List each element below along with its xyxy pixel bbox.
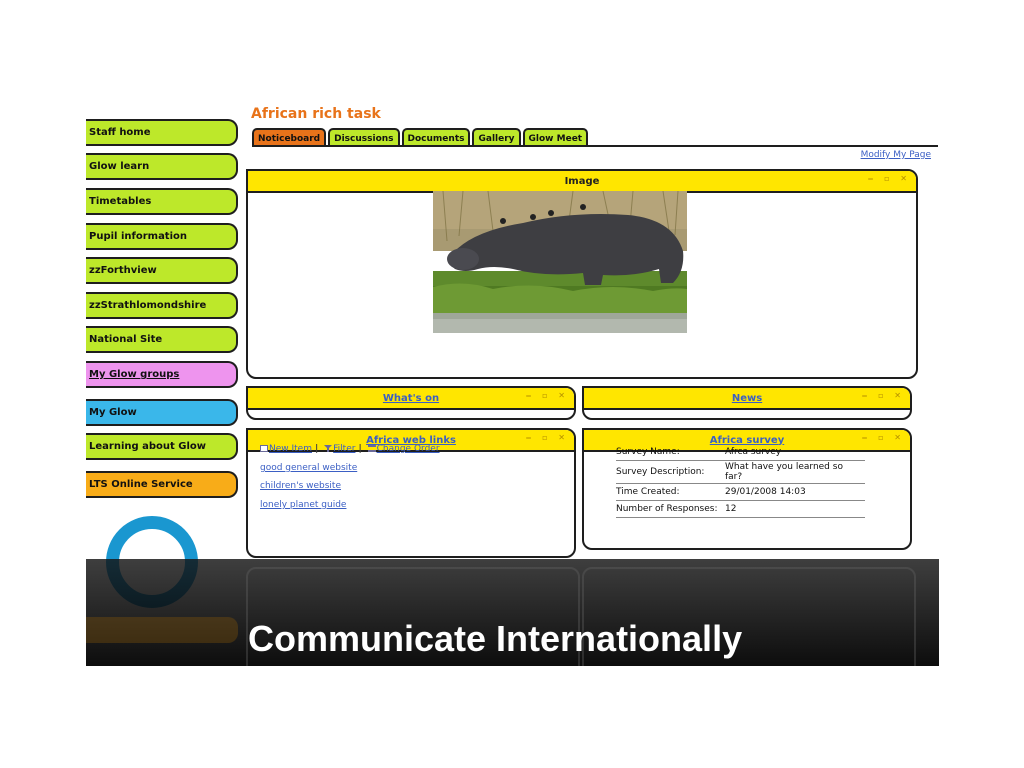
sidebar-item-timetables[interactable]: Timetables	[86, 188, 238, 215]
image-webpart: Image ‒ ▫ ✕	[246, 169, 918, 379]
hippo-photo	[433, 191, 687, 333]
sidebar-item-label: My Glow	[89, 407, 137, 418]
survey-field-value: Afrca survey	[725, 444, 865, 461]
survey-field-value: 29/01/2008 14:03	[725, 483, 865, 501]
list-item[interactable]: children's website	[260, 481, 341, 491]
sidebar-item-my-glow[interactable]: My Glow	[86, 399, 238, 426]
sidebar-item-pupil-information[interactable]: Pupil information	[86, 223, 238, 250]
sidebar-item-my-glow-groups[interactable]: My Glow groups	[86, 361, 238, 388]
reflection-panel	[86, 617, 238, 643]
filter-link[interactable]: Filter	[333, 444, 355, 454]
sidebar-item-glow-learn[interactable]: Glow learn	[86, 153, 238, 180]
sidebar-item-label: Pupil information	[89, 231, 188, 242]
filter-icon	[324, 445, 333, 452]
change-order-link[interactable]: Change Order	[377, 444, 440, 454]
sidebar-item-label: Learning about Glow	[89, 441, 207, 452]
slide-caption: Communicate Internationally	[248, 618, 743, 659]
whats-on-webpart: What's on ‒ ▫ ✕	[246, 386, 576, 420]
webpart-title-link[interactable]: News	[732, 393, 762, 404]
sidebar-item-zzforthview[interactable]: zzForthview	[86, 257, 238, 284]
survey-field-label: Survey Name:	[616, 444, 725, 461]
survey-field-label: Time Created:	[616, 483, 725, 501]
page-title: African rich task	[251, 106, 381, 122]
sidebar-item-label: National Site	[89, 334, 163, 345]
sidebar-item-label: Staff home	[89, 127, 151, 138]
modify-my-page-link[interactable]: Modify My Page	[861, 150, 931, 160]
webpart-controls-icon[interactable]: ‒ ▫ ✕	[526, 391, 569, 400]
webpart-controls-icon[interactable]: ‒ ▫ ✕	[868, 174, 911, 183]
table-row: Time Created: 29/01/2008 14:03	[616, 483, 865, 501]
slide-screenshot: Staff home Glow learn Timetables Pupil i…	[86, 95, 939, 666]
sidebar-item-national-site[interactable]: National Site	[86, 326, 238, 353]
webpart-controls-icon[interactable]: ‒ ▫ ✕	[526, 433, 569, 442]
survey-field-label: Survey Description:	[616, 460, 725, 484]
survey-details-table: Survey Name: Afrca survey Survey Descript…	[616, 444, 865, 518]
sidebar-item-lts-online-service[interactable]: LTS Online Service	[86, 471, 238, 498]
survey-field-value: 12	[725, 500, 865, 518]
sidebar-item-label: Timetables	[89, 196, 152, 207]
tab-divider	[252, 145, 938, 147]
webpart-controls-icon[interactable]: ‒ ▫ ✕	[862, 433, 905, 442]
sidebar-item-label: zzForthview	[89, 265, 157, 276]
change-order-icon	[367, 445, 376, 452]
webpart-header: What's on ‒ ▫ ✕	[248, 388, 574, 410]
new-item-link[interactable]: New Item	[269, 444, 312, 454]
list-item[interactable]: lonely planet guide	[260, 500, 346, 510]
sidebar-item-staff-home[interactable]: Staff home	[86, 119, 238, 146]
sidebar-item-label: My Glow groups	[89, 369, 180, 380]
webpart-controls-icon[interactable]: ‒ ▫ ✕	[862, 391, 905, 400]
webpart-title-link[interactable]: What's on	[383, 393, 439, 404]
table-row: Survey Description: What have you learned…	[616, 460, 865, 484]
table-row: Number of Responses: 12	[616, 500, 865, 518]
sidebar-item-label: zzStrathlomondshire	[89, 300, 207, 311]
sidebar-item-label: Glow learn	[89, 161, 150, 172]
list-item[interactable]: good general website	[260, 463, 357, 473]
news-webpart: News ‒ ▫ ✕	[582, 386, 912, 420]
list-toolbar: New Item | Filter | Change Order	[260, 444, 440, 454]
survey-field-label: Number of Responses:	[616, 500, 725, 518]
table-row: Survey Name: Afrca survey	[616, 444, 865, 461]
sidebar-item-zzstrathlomondshire[interactable]: zzStrathlomondshire	[86, 292, 238, 319]
africa-survey-webpart: Africa survey ‒ ▫ ✕ Survey Name: Afrca su…	[582, 428, 912, 550]
webpart-header: News ‒ ▫ ✕	[584, 388, 910, 410]
sidebar-item-label: LTS Online Service	[89, 479, 193, 490]
survey-field-value: What have you learned so far?	[725, 460, 865, 484]
webpart-title: Image	[564, 175, 600, 187]
sidebar-item-learning-about-glow[interactable]: Learning about Glow	[86, 433, 238, 460]
new-item-icon	[260, 445, 268, 452]
webpart-header: Image ‒ ▫ ✕	[248, 171, 916, 193]
africa-web-links-webpart: Africa web links ‒ ▫ ✕ New Item | Filter |…	[246, 428, 576, 558]
